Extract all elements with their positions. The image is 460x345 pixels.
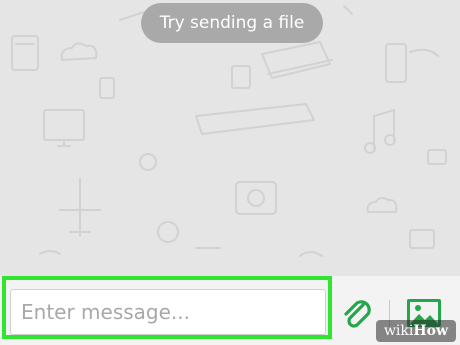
attach-button[interactable] bbox=[340, 295, 374, 333]
paperclip-icon bbox=[344, 300, 371, 328]
input-highlight-box bbox=[2, 276, 332, 339]
watermark: wikiHow bbox=[375, 320, 456, 342]
toast-message: Try sending a file bbox=[141, 3, 323, 43]
